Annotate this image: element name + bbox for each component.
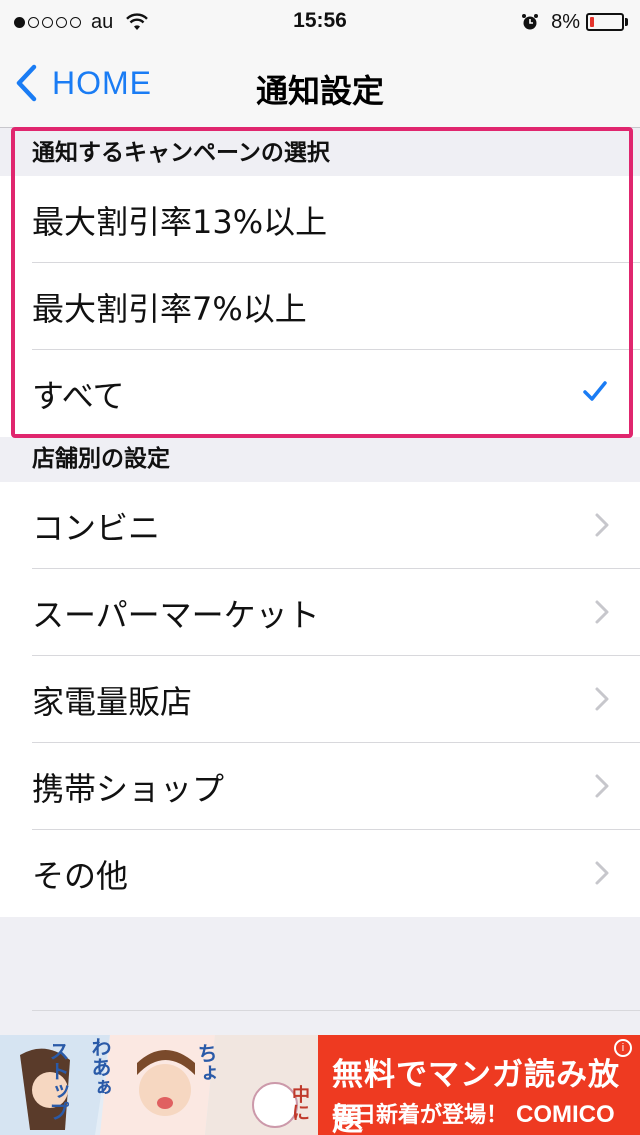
chevron-right-icon bbox=[595, 774, 609, 798]
chevron-right-icon bbox=[595, 861, 609, 885]
option-label: 最大割引率7%以上 bbox=[32, 289, 307, 328]
manga-bubble-text: ちょ bbox=[194, 1043, 218, 1083]
ad-subline: 毎日新着が登場！ COMICO bbox=[332, 1097, 615, 1129]
campaign-options-list: 最大割引率13%以上 最大割引率7%以上 すべて bbox=[0, 176, 640, 437]
store-item-electronics[interactable]: 家電量販店 bbox=[0, 656, 640, 743]
campaign-option-13-percent[interactable]: 最大割引率13%以上 bbox=[0, 176, 640, 263]
store-item-label: 家電量販店 bbox=[32, 682, 193, 721]
battery-tip bbox=[625, 18, 628, 26]
battery-icon bbox=[586, 13, 624, 31]
store-item-supermarket[interactable]: スーパーマーケット bbox=[0, 569, 640, 656]
separator bbox=[32, 1010, 640, 1011]
page-title: 通知設定 bbox=[255, 72, 384, 110]
store-item-label: スーパーマーケット bbox=[32, 595, 320, 634]
campaign-option-7-percent[interactable]: 最大割引率7%以上 bbox=[0, 263, 640, 350]
ad-text-panel[interactable]: i 無料でマンガ読み放題 毎日新着が登場！ COMICO bbox=[318, 1035, 640, 1135]
manga-bubble-text: 中に bbox=[289, 1085, 310, 1121]
store-settings-list: コンビニ スーパーマーケット 家電量販店 携帯ショップ その他 bbox=[0, 482, 640, 917]
store-item-other[interactable]: その他 bbox=[0, 830, 640, 917]
option-label: 最大割引率13%以上 bbox=[32, 202, 328, 241]
alarm-icon bbox=[522, 14, 539, 30]
status-bar: au 15:56 8% bbox=[0, 0, 640, 42]
campaign-option-all[interactable]: すべて bbox=[0, 350, 640, 437]
option-label: すべて bbox=[32, 376, 125, 415]
chevron-right-icon bbox=[595, 513, 609, 537]
ad-manga-illustration[interactable]: ストップ わあぁ ちょ 中に bbox=[0, 1035, 318, 1135]
chevron-right-icon bbox=[595, 600, 609, 624]
manga-bubble-text: ストップ bbox=[46, 1041, 70, 1121]
checkmark-icon bbox=[583, 381, 607, 401]
ad-banner[interactable]: ストップ わあぁ ちょ 中に i 無料でマンガ読み放題 毎日新着が登場！ COMI… bbox=[0, 1035, 640, 1135]
manga-bubble-text: わあぁ bbox=[88, 1037, 112, 1097]
store-item-label: コンビニ bbox=[32, 508, 161, 547]
ad-brand-logo: COMICO bbox=[516, 1101, 615, 1128]
navigation-bar: HOME 通知設定 bbox=[0, 42, 640, 128]
battery-percentage: 8% bbox=[551, 10, 580, 33]
campaign-section-header: 通知するキャンペーンの選択 bbox=[32, 140, 330, 166]
store-item-label: その他 bbox=[32, 856, 129, 895]
store-section-header: 店舗別の設定 bbox=[32, 446, 170, 472]
ad-subtext: 毎日新着が登場！ bbox=[332, 1103, 509, 1128]
store-item-convenience[interactable]: コンビニ bbox=[0, 482, 640, 569]
store-item-mobile-shop[interactable]: 携帯ショップ bbox=[0, 743, 640, 830]
chevron-right-icon bbox=[595, 687, 609, 711]
store-item-label: 携帯ショップ bbox=[32, 769, 225, 808]
